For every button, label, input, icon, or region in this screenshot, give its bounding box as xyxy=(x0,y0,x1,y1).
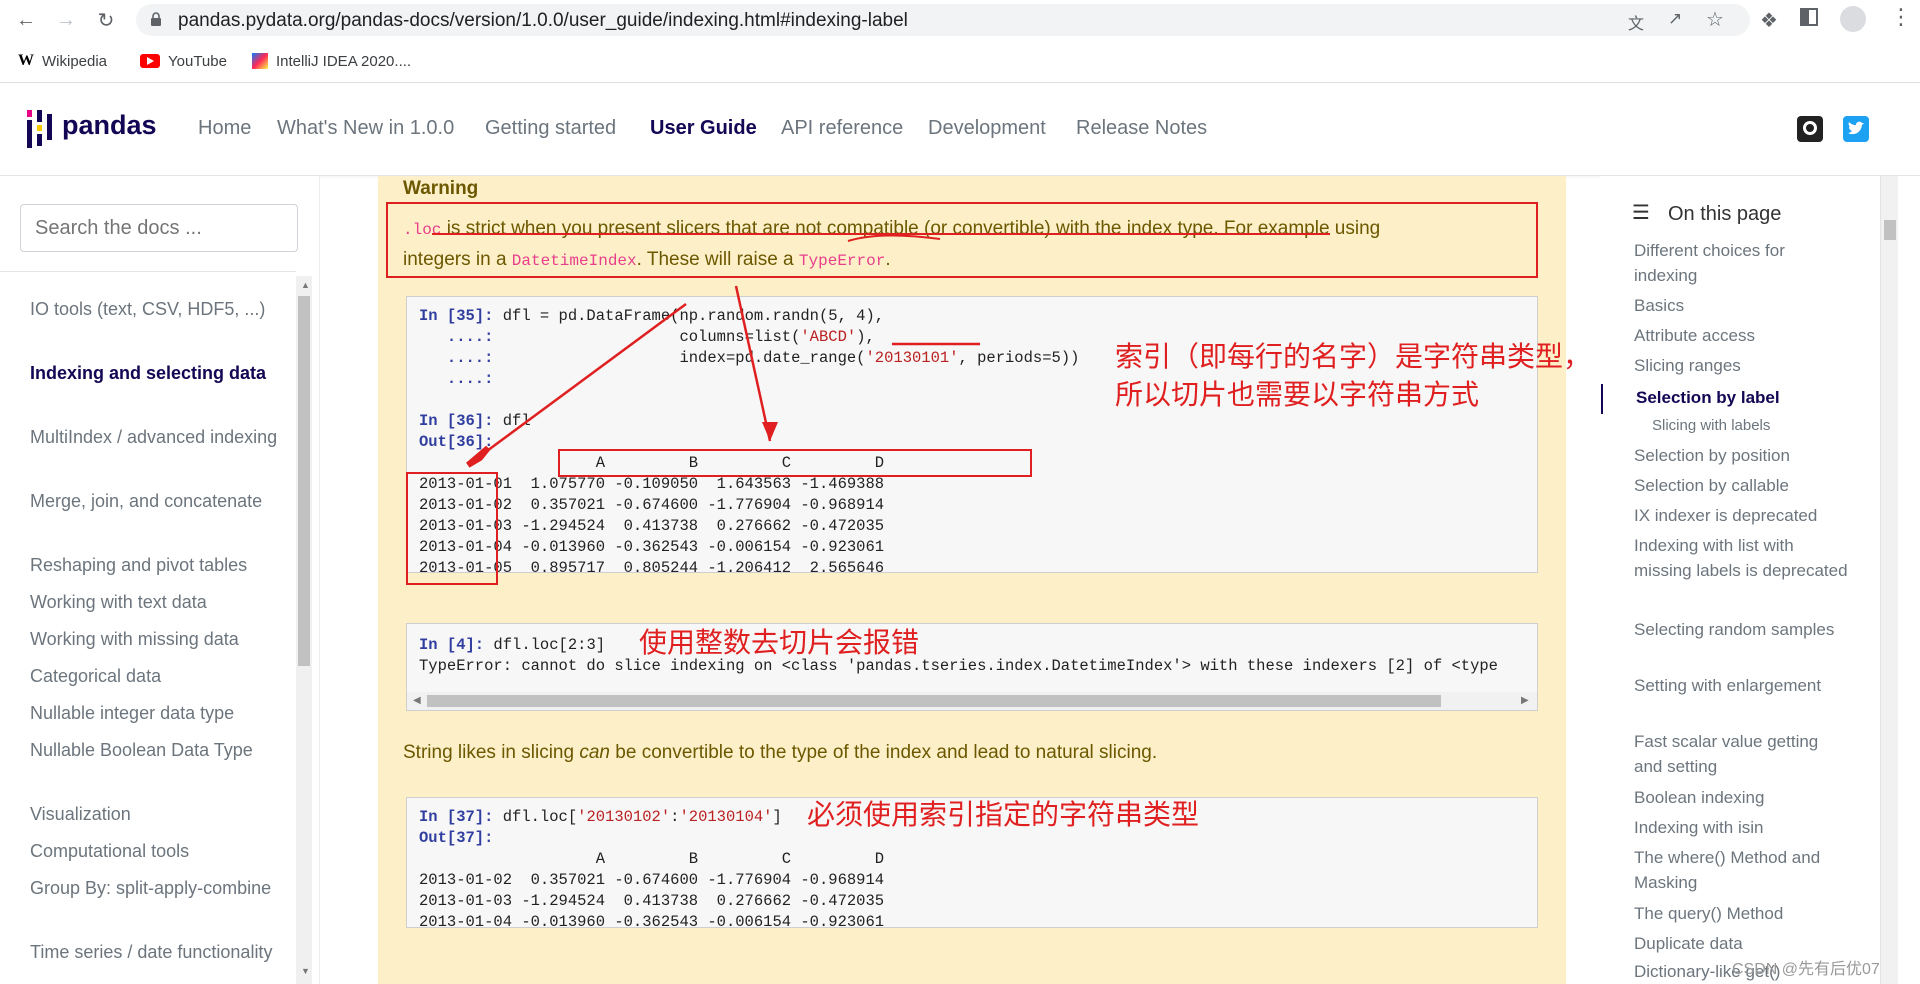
toc-item-selection-by-position[interactable]: Selection by position xyxy=(1634,443,1849,468)
sidebar-item-visualization[interactable]: Visualization xyxy=(30,801,280,827)
left-sidebar: IO tools (text, CSV, HDF5, ...) Indexing… xyxy=(0,176,320,984)
back-icon[interactable]: ← xyxy=(12,6,40,34)
toc-item-missing-labels[interactable]: Indexing with list with missing labels i… xyxy=(1634,533,1849,583)
bookmark-youtube[interactable]: YouTube xyxy=(140,50,227,72)
sidebar-item-computational[interactable]: Computational tools xyxy=(30,838,280,864)
annotation-index-note-2: 所以切片也需要以字符串方式 xyxy=(1115,379,1480,410)
scroll-up-icon[interactable]: ▲ xyxy=(301,280,310,290)
youtube-icon xyxy=(140,54,160,68)
nav-getting-started[interactable]: Getting started xyxy=(485,117,616,140)
right-toc: ☰ On this page Different choices for ind… xyxy=(1600,176,1920,984)
toc-item-different-choices[interactable]: Different choices for indexing xyxy=(1634,238,1849,288)
annotation-int-slice-note: 使用整数去切片会报错 xyxy=(639,627,920,658)
toc-item-enlargement[interactable]: Setting with enlargement xyxy=(1634,673,1849,698)
lock-icon xyxy=(150,12,162,26)
nav-whats-new[interactable]: What's New in 1.0.0 xyxy=(277,117,454,140)
bookmark-label: Wikipedia xyxy=(42,52,108,70)
intellij-icon xyxy=(252,53,268,69)
scroll-down-icon[interactable]: ▼ xyxy=(301,966,310,976)
sidebar-item-indexing[interactable]: Indexing and selecting data xyxy=(30,360,280,386)
sidebar-item-multiindex[interactable]: MultiIndex / advanced indexing xyxy=(30,424,280,450)
sidebar-item-nullable-integer[interactable]: Nullable integer data type xyxy=(30,700,280,726)
annotation-string-note: 必须使用索引指定的字符串类型 xyxy=(807,799,1200,830)
annotation-arrows xyxy=(432,233,1330,468)
sidebar-item-io-tools[interactable]: IO tools (text, CSV, HDF5, ...) xyxy=(30,296,280,322)
toc-item-boolean-indexing[interactable]: Boolean indexing xyxy=(1634,785,1849,810)
wikipedia-icon: W xyxy=(18,52,34,69)
address-bar[interactable]: pandas.pydata.org/pandas-docs/version/1.… xyxy=(136,4,1750,36)
forward-icon[interactable]: → xyxy=(52,6,80,34)
reload-icon[interactable]: ↻ xyxy=(92,6,120,34)
nav-api-reference[interactable]: API reference xyxy=(781,117,903,140)
search-input[interactable] xyxy=(20,204,298,252)
profile-avatar-icon[interactable] xyxy=(1840,6,1866,32)
toc-item-slicing-with-labels[interactable]: Slicing with labels xyxy=(1652,413,1867,438)
toc-item-where[interactable]: The where() Method and Masking xyxy=(1634,845,1849,895)
scrollbar-thumb[interactable] xyxy=(1884,220,1896,240)
toc-item-selection-by-label[interactable]: Selection by label xyxy=(1636,385,1851,410)
menu-kebab-icon[interactable]: ⋮ xyxy=(1890,4,1912,30)
toc-item-basics[interactable]: Basics xyxy=(1634,293,1849,318)
site-navbar: pandas Home What's New in 1.0.0 Getting … xyxy=(0,84,1920,176)
sidebar-scrollbar[interactable]: ▲ ▼ xyxy=(296,276,312,984)
nav-development[interactable]: Development xyxy=(928,117,1046,140)
sidebar-item-nullable-boolean[interactable]: Nullable Boolean Data Type xyxy=(30,737,280,763)
toc-item-fast-scalar[interactable]: Fast scalar value getting and setting xyxy=(1634,729,1849,779)
annotation-index-note-1: 索引（即每行的名字）是字符串类型， xyxy=(1115,341,1592,372)
toc-item-slicing-ranges[interactable]: Slicing ranges xyxy=(1634,353,1849,378)
pandas-logo-text[interactable]: pandas xyxy=(62,110,157,141)
sidebar-item-categorical[interactable]: Categorical data xyxy=(30,663,280,689)
toc-item-random-samples[interactable]: Selecting random samples xyxy=(1634,617,1849,642)
browser-chrome: ← → ↻ pandas.pydata.org/pandas-docs/vers… xyxy=(0,0,1920,83)
csdn-watermark: CSDN @先有后优07 xyxy=(1732,961,1880,978)
bookmark-star-icon[interactable]: ☆ xyxy=(1706,7,1724,32)
side-panel-icon[interactable] xyxy=(1800,8,1818,26)
translate-icon[interactable]: 文 xyxy=(1628,10,1644,34)
divider xyxy=(0,271,296,272)
url-text[interactable]: pandas.pydata.org/pandas-docs/version/1.… xyxy=(178,10,908,32)
nav-home[interactable]: Home xyxy=(198,117,251,140)
extensions-icon[interactable]: ❖ xyxy=(1760,8,1778,33)
sidebar-item-missing-data[interactable]: Working with missing data xyxy=(30,626,280,652)
bookmark-intellij[interactable]: IntelliJ IDEA 2020.... xyxy=(252,50,411,72)
sidebar-item-groupby[interactable]: Group By: split-apply-combine xyxy=(30,875,280,901)
toc-title: On this page xyxy=(1668,203,1782,225)
bookmark-wikipedia[interactable]: W Wikipedia xyxy=(18,50,107,72)
pandas-logo-icon[interactable] xyxy=(26,108,54,150)
toc-item-ix-deprecated[interactable]: IX indexer is deprecated xyxy=(1634,503,1849,528)
nav-release-notes[interactable]: Release Notes xyxy=(1076,117,1207,140)
scrollbar-thumb[interactable] xyxy=(298,296,310,666)
share-icon[interactable]: ↗ xyxy=(1668,9,1682,29)
sidebar-item-merge[interactable]: Merge, join, and concatenate xyxy=(30,488,280,514)
bookmark-label: YouTube xyxy=(168,52,227,70)
twitter-icon[interactable] xyxy=(1843,116,1869,142)
list-icon: ☰ xyxy=(1632,202,1650,224)
github-icon[interactable] xyxy=(1797,116,1823,142)
nav-user-guide[interactable]: User Guide xyxy=(650,117,757,140)
toc-item-isin[interactable]: Indexing with isin xyxy=(1634,815,1849,840)
toc-item-duplicate-data[interactable]: Duplicate data xyxy=(1634,931,1849,956)
main-content: Warning .loc is strict when you present … xyxy=(320,176,1600,984)
bookmark-label: IntelliJ IDEA 2020.... xyxy=(276,52,412,70)
toc-item-query[interactable]: The query() Method xyxy=(1634,901,1849,926)
page-scrollbar[interactable] xyxy=(1880,176,1898,984)
sidebar-item-time-series[interactable]: Time series / date functionality xyxy=(30,939,280,965)
sidebar-item-reshaping[interactable]: Reshaping and pivot tables xyxy=(30,552,280,578)
toc-item-attribute-access[interactable]: Attribute access xyxy=(1634,323,1849,348)
toc-active-indicator xyxy=(1601,384,1603,414)
toc-item-selection-by-callable[interactable]: Selection by callable xyxy=(1634,473,1849,498)
sidebar-item-text-data[interactable]: Working with text data xyxy=(30,589,280,615)
